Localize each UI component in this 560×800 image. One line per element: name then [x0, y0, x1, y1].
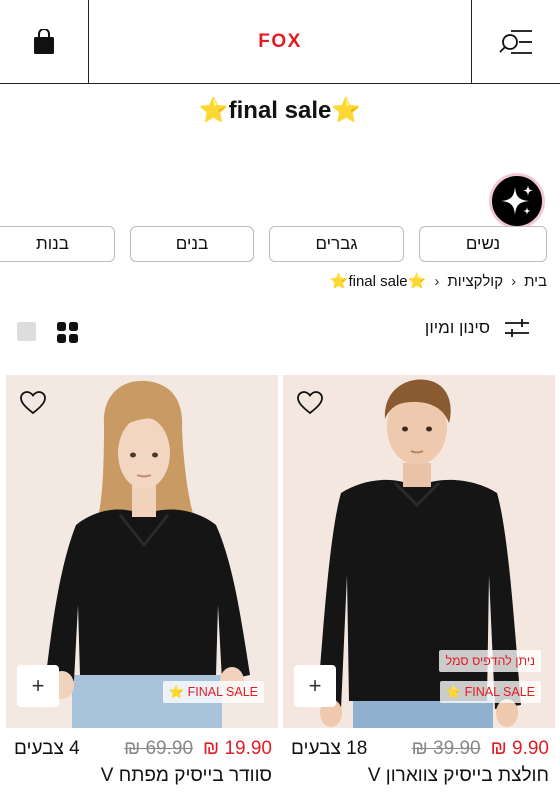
grid-view-icon[interactable]	[57, 322, 78, 343]
star-icon: ⭐	[329, 273, 349, 290]
star-icon: ⭐	[445, 684, 462, 699]
sale-price: 19.90 ₪	[203, 738, 272, 759]
color-count: 18 צבעים	[291, 738, 368, 759]
product-name[interactable]: חולצת בייסיק צווארון V	[368, 765, 549, 787]
filter-sliders-icon	[505, 319, 529, 337]
product-image[interactable]: ⭐ FINAL SALE +	[6, 375, 278, 728]
printable-badge: ניתן להדפיס סמל	[439, 650, 541, 672]
sparkle-icon	[501, 185, 533, 215]
final-sale-text: FINAL SALE	[464, 685, 535, 699]
shopping-bag-icon	[34, 29, 54, 54]
star-icon: ⭐	[168, 684, 185, 699]
sale-price: 9.90 ₪	[490, 738, 549, 759]
quick-add-button[interactable]: +	[294, 665, 336, 707]
single-view-icon[interactable]	[17, 322, 36, 341]
heart-icon[interactable]	[297, 391, 323, 415]
category-men[interactable]: גברים	[269, 226, 404, 262]
original-price: 69.90 ₪	[124, 738, 194, 759]
product-image[interactable]: ניתן להדפיס סמל ⭐ FINAL SALE +	[283, 375, 555, 728]
color-count: 4 צבעים	[14, 738, 80, 759]
breadcrumb-current: ⭐final sale⭐	[330, 272, 427, 290]
price-row: 9.90 ₪ 39.90 ₪ 18 צבעים	[283, 738, 555, 760]
brand-logo: FOX	[258, 31, 302, 52]
price-row: 19.90 ₪ 69.90 ₪ 4 צבעים	[6, 738, 278, 760]
final-sale-badge: ⭐ FINAL SALE	[162, 681, 264, 703]
breadcrumb-current-text: final sale	[348, 273, 408, 290]
breadcrumb-collections[interactable]: קולקציות	[447, 273, 503, 290]
product-card[interactable]: ⭐ FINAL SALE + 19.90 ₪ 69.90 ₪ 4 צבעים ס…	[6, 375, 278, 800]
menu-button[interactable]	[471, 0, 560, 84]
quick-add-button[interactable]: +	[17, 665, 59, 707]
original-price: 39.90 ₪	[411, 738, 481, 759]
product-name[interactable]: סוודר בייסיק מפתח V	[101, 765, 272, 787]
star-icon: ⭐	[331, 97, 362, 124]
page-title: ⭐final sale⭐	[0, 96, 560, 125]
star-icon: ⭐	[198, 97, 229, 124]
filter-sort-button[interactable]: סינון ומיון	[425, 318, 530, 338]
product-card[interactable]: ניתן להדפיס סמל ⭐ FINAL SALE + 9.90 ₪ 39…	[283, 375, 555, 800]
chevron-left-icon: ‹	[511, 272, 517, 290]
heart-icon[interactable]	[20, 391, 46, 415]
category-boys[interactable]: בנים	[130, 226, 254, 262]
filter-label: סינון ומיון	[424, 318, 490, 337]
logo-link[interactable]: FOX	[89, 0, 471, 84]
page-title-text: final sale	[228, 97, 332, 124]
breadcrumb: בית ‹ קולקציות ‹ ⭐final sale⭐	[330, 272, 547, 291]
site-header: FOX	[0, 0, 560, 84]
search-menu-icon	[499, 30, 532, 54]
category-girls[interactable]: בנות	[0, 226, 115, 262]
ai-assistant-button[interactable]	[489, 173, 545, 229]
star-icon: ⭐	[407, 273, 427, 290]
final-sale-badge: ⭐ FINAL SALE	[439, 681, 541, 703]
final-sale-text: FINAL SALE	[187, 685, 258, 699]
chevron-left-icon: ‹	[434, 272, 440, 290]
breadcrumb-home[interactable]: בית	[524, 273, 547, 290]
category-women[interactable]: נשים	[419, 226, 547, 262]
cart-button[interactable]	[0, 0, 89, 84]
